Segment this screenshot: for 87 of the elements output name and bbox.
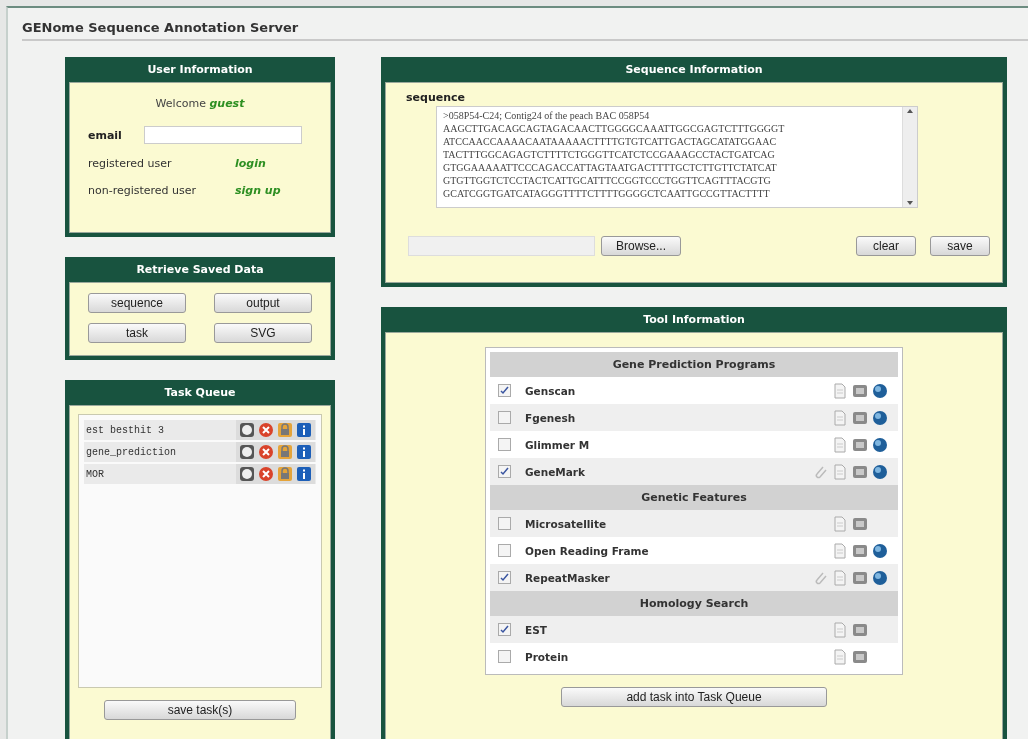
save-button[interactable]: save [930, 236, 990, 256]
add-task-button[interactable]: add task into Task Queue [561, 687, 827, 707]
program-name: Microsatellite [525, 517, 608, 530]
image-icon[interactable] [852, 409, 868, 426]
globe-icon[interactable] [872, 542, 888, 559]
sequence-line: >058P54-C24; Contig24 of the peach BAC 058P54 [443, 109, 651, 122]
sequence-label: sequence [405, 90, 466, 104]
document-icon[interactable] [832, 436, 848, 453]
clear-button[interactable]: clear [856, 236, 916, 256]
image-icon[interactable] [852, 621, 868, 638]
sequence-field[interactable] [436, 106, 918, 208]
lock-icon[interactable] [277, 466, 293, 482]
checkbox[interactable] [498, 411, 511, 424]
info-icon[interactable] [296, 444, 312, 460]
globe-icon[interactable] [872, 569, 888, 586]
program-name: Genscan [525, 384, 577, 397]
checkbox[interactable] [498, 384, 511, 397]
document-icon[interactable] [832, 648, 848, 665]
lock-icon[interactable] [277, 422, 293, 438]
email-label: email [88, 128, 122, 142]
image-icon[interactable] [852, 463, 868, 480]
sequence-line: AAGCTTGACAGCAGTAGACAACTTGGGGCAAATTGGCGAGTCTTTGGGGT [443, 122, 786, 135]
file-path-field[interactable] [408, 236, 595, 256]
save-tasks-button[interactable]: save task(s) [104, 700, 296, 720]
checkbox[interactable] [498, 650, 511, 663]
user-type-label: registered user [88, 157, 173, 170]
checkbox[interactable] [498, 571, 511, 584]
play-icon[interactable] [239, 466, 255, 482]
document-icon[interactable] [832, 542, 848, 559]
program-name: EST [525, 623, 548, 636]
panel-title: User Information [146, 62, 254, 78]
section-header: Gene Prediction Programs [490, 352, 898, 377]
info-icon[interactable] [296, 422, 312, 438]
window-title: GENome Sequence Annotation Server [21, 19, 299, 37]
link[interactable]: sign up [235, 184, 281, 197]
image-icon[interactable] [852, 382, 868, 399]
image-icon[interactable] [852, 515, 868, 532]
sequence-line: GTGTTGGTCTCCTACTCATTGCATTTCCGGTCCCTGGTTCAGTTTACGTG [443, 174, 772, 187]
section-header: Genetic Features [490, 485, 898, 510]
panel-title: Tool Information [642, 312, 746, 328]
panel-title: Sequence Information [624, 62, 764, 78]
checkbox[interactable] [498, 465, 511, 478]
globe-icon[interactable] [872, 409, 888, 426]
retrieve-button[interactable]: output [214, 293, 312, 313]
program-name: Glimmer M [525, 438, 591, 451]
lock-icon[interactable] [277, 444, 293, 460]
scroll-down-icon[interactable] [906, 199, 914, 207]
info-icon[interactable] [296, 466, 312, 482]
panel-title: Retrieve Saved Data [135, 262, 265, 278]
link[interactable]: login [235, 157, 266, 170]
sequence-line: GTGGAAAAATTCCCAGACCATTAGTAATGACTTTTGCTCTTGTTCTATCAT [443, 161, 778, 174]
program-name: Open Reading Frame [525, 544, 650, 557]
retrieve-button[interactable]: task [88, 323, 186, 343]
delete-icon[interactable] [258, 422, 274, 438]
image-icon[interactable] [852, 648, 868, 665]
image-icon[interactable] [852, 436, 868, 453]
image-icon[interactable] [852, 569, 868, 586]
document-icon[interactable] [832, 382, 848, 399]
retrieve-button[interactable]: sequence [88, 293, 186, 313]
checkbox[interactable] [498, 544, 511, 557]
sequence-line: TACTTTGGCAGAGTCTTTTCTGGGTTCATCTCCGAAAGCCTACTGATCAG [443, 148, 776, 161]
checkbox[interactable] [498, 623, 511, 636]
play-icon[interactable] [239, 444, 255, 460]
retrieve-button[interactable]: SVG [214, 323, 312, 343]
browse-button[interactable]: Browse... [601, 236, 681, 256]
play-icon[interactable] [239, 422, 255, 438]
scroll-up-icon[interactable] [906, 107, 914, 115]
section-header: Homology Search [490, 591, 898, 616]
program-name: GeneMark [525, 465, 587, 478]
globe-icon[interactable] [872, 382, 888, 399]
globe-icon[interactable] [872, 436, 888, 453]
user-type-label: non-registered user [88, 184, 198, 197]
welcome-text: Welcome guest [154, 96, 246, 112]
delete-icon[interactable] [258, 444, 274, 460]
program-name: Protein [525, 650, 570, 663]
sequence-line: GCATCGGTGATCATAGGGTTTTCTTTTGGGGCTCAATTGCCGTTACTTTT [443, 187, 771, 200]
checkbox[interactable] [498, 438, 511, 451]
globe-icon[interactable] [872, 463, 888, 480]
email-field[interactable] [143, 126, 302, 144]
checkbox[interactable] [498, 517, 511, 530]
sequence-line: ATCCAACCAAAACAATAAAAACTTTTGTGTCATTGACTAGCATATGGAAC [443, 135, 778, 148]
program-name: RepeatMasker [525, 571, 611, 584]
delete-icon[interactable] [258, 466, 274, 482]
panel-title: Task Queue [163, 385, 237, 401]
program-name: Fgenesh [525, 411, 577, 424]
image-icon[interactable] [852, 542, 868, 559]
scrollbar[interactable] [902, 107, 917, 207]
